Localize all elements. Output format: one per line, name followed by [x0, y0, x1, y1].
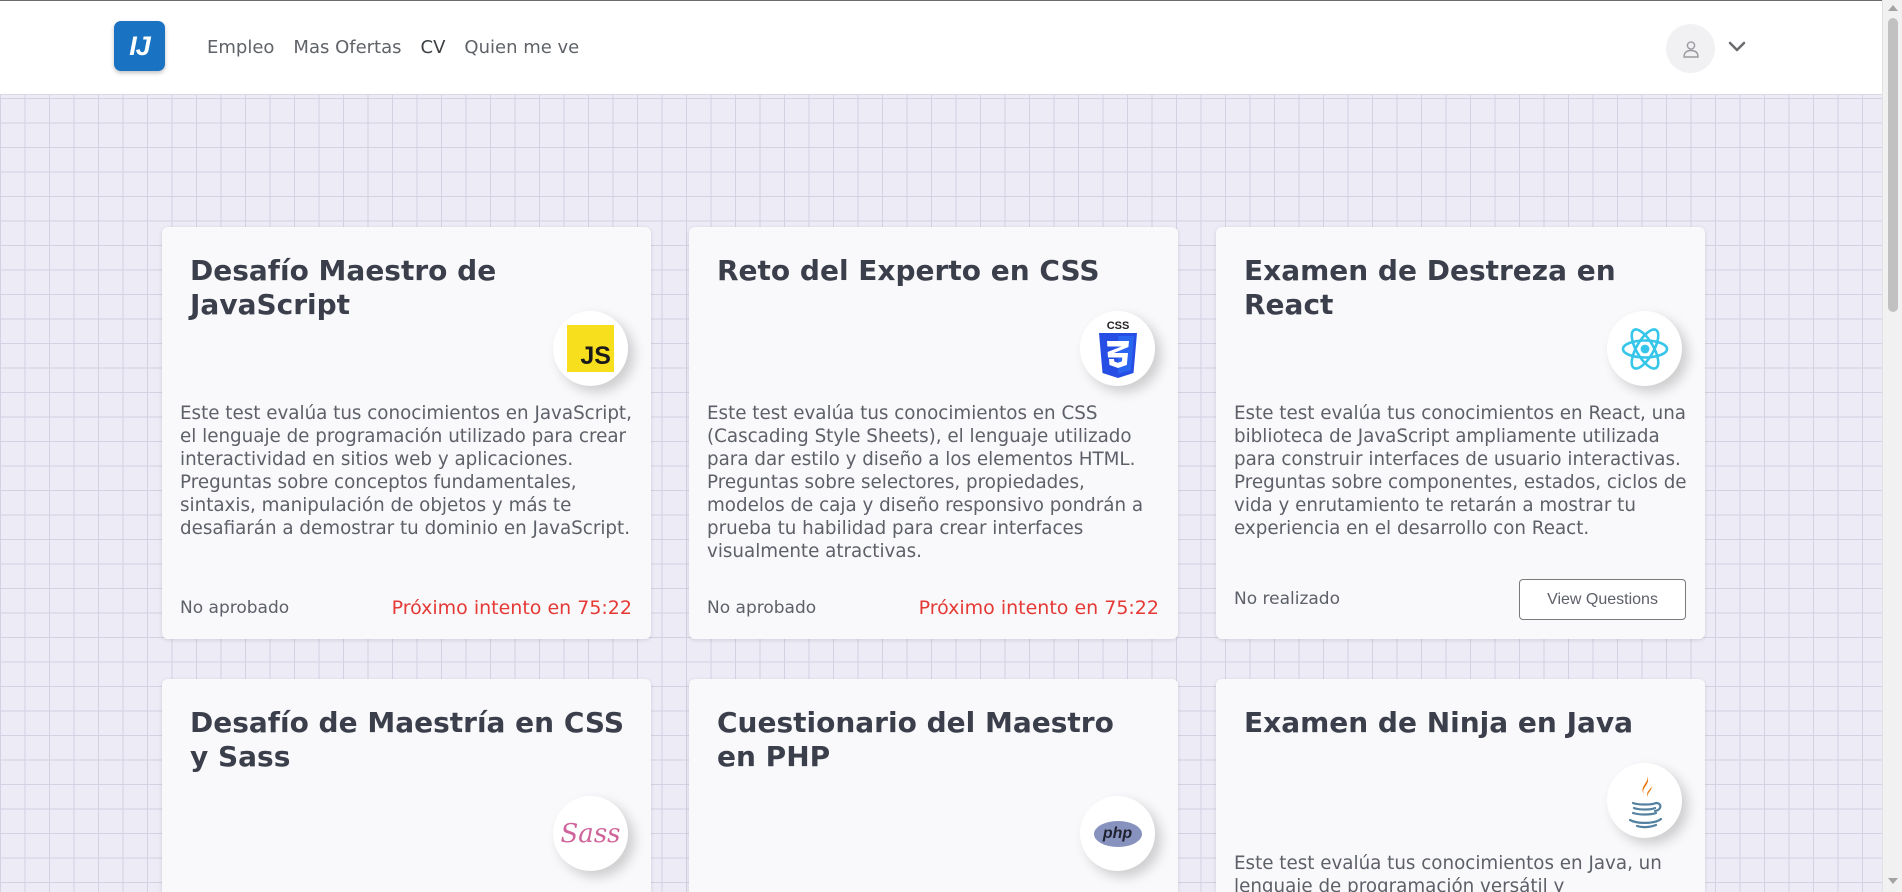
sass-icon-badge: Sass [553, 796, 628, 871]
card-title: Cuestionario del Maestro en PHP [717, 706, 1114, 773]
react-icon-badge [1607, 311, 1682, 386]
test-card-react[interactable]: Examen de Destreza en React Este test ev… [1216, 227, 1705, 639]
sass-icon: Sass [560, 818, 621, 849]
card-status: No aprobado [707, 598, 817, 618]
chevron-down-icon[interactable] [1727, 40, 1747, 54]
card-description: Este test evalúa tus conocimientos en CS… [707, 403, 1144, 562]
css3-icon-badge: CSS [1080, 311, 1155, 386]
card-title: Examen de Ninja en Java [1244, 706, 1634, 739]
javascript-icon-text: JS [580, 342, 611, 370]
test-card-javascript[interactable]: Desafío Maestro de JavaScript JS Este te… [162, 227, 651, 639]
test-card-java[interactable]: Examen de Ninja en Java Este test evalúa… [1216, 679, 1705, 892]
scroll-up-arrow-icon[interactable] [1888, 5, 1898, 11]
java-icon [1628, 773, 1662, 828]
scrollbar-thumb[interactable] [1888, 18, 1898, 312]
card-title: Reto del Experto en CSS [717, 254, 1100, 287]
card-description: Este test evalúa tus conocimientos en Re… [1234, 403, 1687, 539]
page-scrollbar[interactable] [1882, 0, 1902, 892]
nav-link-quien-me-ve[interactable]: Quien me ve [464, 37, 579, 58]
scroll-down-arrow-icon[interactable] [1888, 878, 1898, 884]
test-card-css[interactable]: Reto del Experto en CSS CSS Este test ev… [689, 227, 1178, 639]
nav-link-empleo[interactable]: Empleo [207, 37, 274, 58]
user-avatar[interactable] [1666, 24, 1715, 73]
php-icon-text: php [1102, 824, 1133, 842]
top-navbar: IJ Empleo Mas Ofertas CV Quien me ve [0, 0, 1882, 95]
card-description: Este test evalúa tus conocimientos en Ja… [1234, 853, 1662, 892]
test-card-php[interactable]: Cuestionario del Maestro en PHP php [689, 679, 1178, 892]
css3-icon-text: CSS [1106, 320, 1129, 332]
card-status: No realizado [1234, 589, 1340, 609]
php-icon-badge: php [1080, 796, 1155, 871]
nav-link-cv[interactable]: CV [421, 37, 446, 58]
retry-countdown: Próximo intento en 75:22 [391, 597, 632, 619]
main-nav: Empleo Mas Ofertas CV Quien me ve [207, 37, 579, 58]
app-logo[interactable]: IJ [114, 21, 165, 71]
css3-icon: CSS [1098, 320, 1137, 378]
javascript-icon-badge: JS [553, 311, 628, 386]
retry-countdown: Próximo intento en 75:22 [918, 597, 1159, 619]
user-icon [1682, 40, 1699, 58]
card-title: Desafío Maestro de JavaScript [190, 254, 497, 321]
view-questions-button[interactable]: View Questions [1519, 579, 1686, 620]
card-status: No aprobado [180, 598, 290, 618]
logo-text: IJ [129, 30, 151, 61]
java-icon-badge [1607, 763, 1682, 838]
php-icon: php [1093, 820, 1142, 847]
test-card-sass[interactable]: Desafío de Maestría en CSS y Sass Sass [162, 679, 651, 892]
nav-link-mas-ofertas[interactable]: Mas Ofertas [293, 37, 401, 58]
javascript-icon: JS [567, 325, 614, 372]
react-icon [1621, 327, 1668, 370]
card-title: Examen de Destreza en React [1244, 254, 1616, 321]
card-title: Desafío de Maestría en CSS y Sass [190, 706, 624, 773]
card-description: Este test evalúa tus conocimientos en Ja… [180, 403, 632, 539]
